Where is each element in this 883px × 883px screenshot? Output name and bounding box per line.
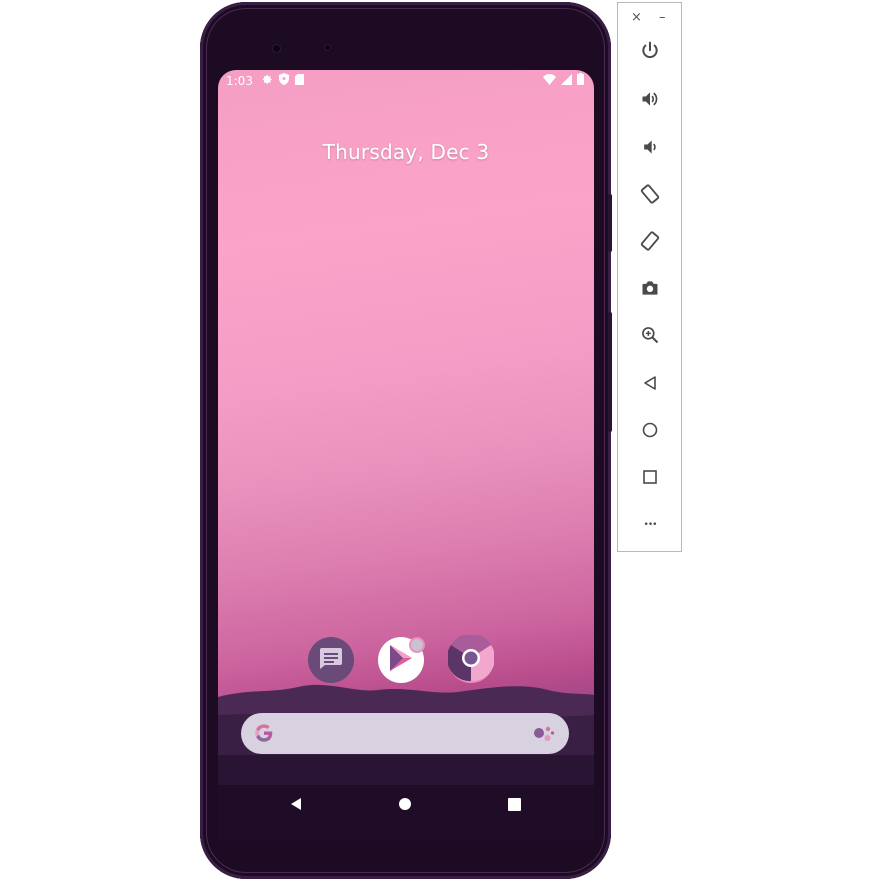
volume-side-button[interactable] bbox=[608, 312, 612, 432]
wifi-icon bbox=[543, 73, 556, 88]
chrome-app[interactable] bbox=[446, 633, 496, 685]
settings-notification-icon bbox=[262, 74, 273, 88]
front-camera bbox=[272, 44, 281, 53]
rotate-right-icon bbox=[639, 230, 661, 256]
volume-up-icon bbox=[640, 89, 660, 113]
google-g-icon[interactable] bbox=[253, 722, 275, 748]
status-time: 1:03 bbox=[226, 74, 253, 88]
more-icon: ••• bbox=[643, 520, 658, 530]
overview-icon bbox=[642, 469, 658, 489]
shield-notification-icon bbox=[279, 73, 289, 88]
home-button[interactable] bbox=[638, 420, 662, 444]
google-search-bar[interactable] bbox=[241, 713, 569, 754]
power-button[interactable] bbox=[638, 41, 662, 65]
close-window-button[interactable]: × bbox=[631, 11, 642, 25]
front-sensor bbox=[324, 44, 331, 51]
overview-button[interactable] bbox=[638, 467, 662, 491]
home-icon bbox=[642, 422, 658, 442]
chrome-icon bbox=[446, 633, 496, 685]
nav-back-button[interactable] bbox=[281, 790, 311, 820]
home-icon bbox=[398, 796, 412, 815]
rotate-left-icon bbox=[639, 183, 661, 209]
phone-screen[interactable]: 1:03 Thursday, Dec 3 bbox=[218, 70, 594, 840]
power-side-button[interactable] bbox=[608, 194, 612, 252]
volume-down-button[interactable] bbox=[638, 137, 662, 161]
emulator-toolbar: × – ••• bbox=[617, 2, 682, 552]
signal-icon bbox=[561, 73, 572, 88]
recents-icon bbox=[507, 796, 521, 815]
rotate-right-button[interactable] bbox=[638, 231, 662, 255]
back-icon bbox=[289, 796, 303, 815]
nav-home-button[interactable] bbox=[390, 790, 420, 820]
home-date[interactable]: Thursday, Dec 3 bbox=[218, 140, 594, 164]
back-button[interactable] bbox=[638, 373, 662, 397]
rotate-left-button[interactable] bbox=[638, 184, 662, 208]
status-bar: 1:03 bbox=[218, 70, 594, 92]
minimize-window-button[interactable]: – bbox=[659, 11, 666, 25]
volume-down-icon bbox=[640, 137, 660, 161]
volume-up-button[interactable] bbox=[638, 89, 662, 113]
nav-recents-button[interactable] bbox=[499, 790, 529, 820]
messages-icon bbox=[318, 647, 344, 673]
battery-icon bbox=[577, 73, 584, 88]
zoom-icon bbox=[640, 325, 660, 349]
zoom-button[interactable] bbox=[638, 325, 662, 349]
play-store-app[interactable] bbox=[378, 637, 425, 683]
navigation-bar bbox=[218, 770, 594, 840]
dock bbox=[308, 633, 496, 685]
power-icon bbox=[640, 41, 660, 65]
more-button[interactable]: ••• bbox=[638, 513, 662, 537]
camera-icon bbox=[640, 278, 660, 302]
screenshot-button[interactable] bbox=[638, 278, 662, 302]
back-icon bbox=[642, 375, 658, 395]
notification-dot bbox=[409, 637, 425, 653]
google-assistant-icon[interactable] bbox=[533, 724, 555, 748]
sd-card-notification-icon bbox=[295, 73, 304, 88]
messages-app[interactable] bbox=[308, 637, 354, 683]
